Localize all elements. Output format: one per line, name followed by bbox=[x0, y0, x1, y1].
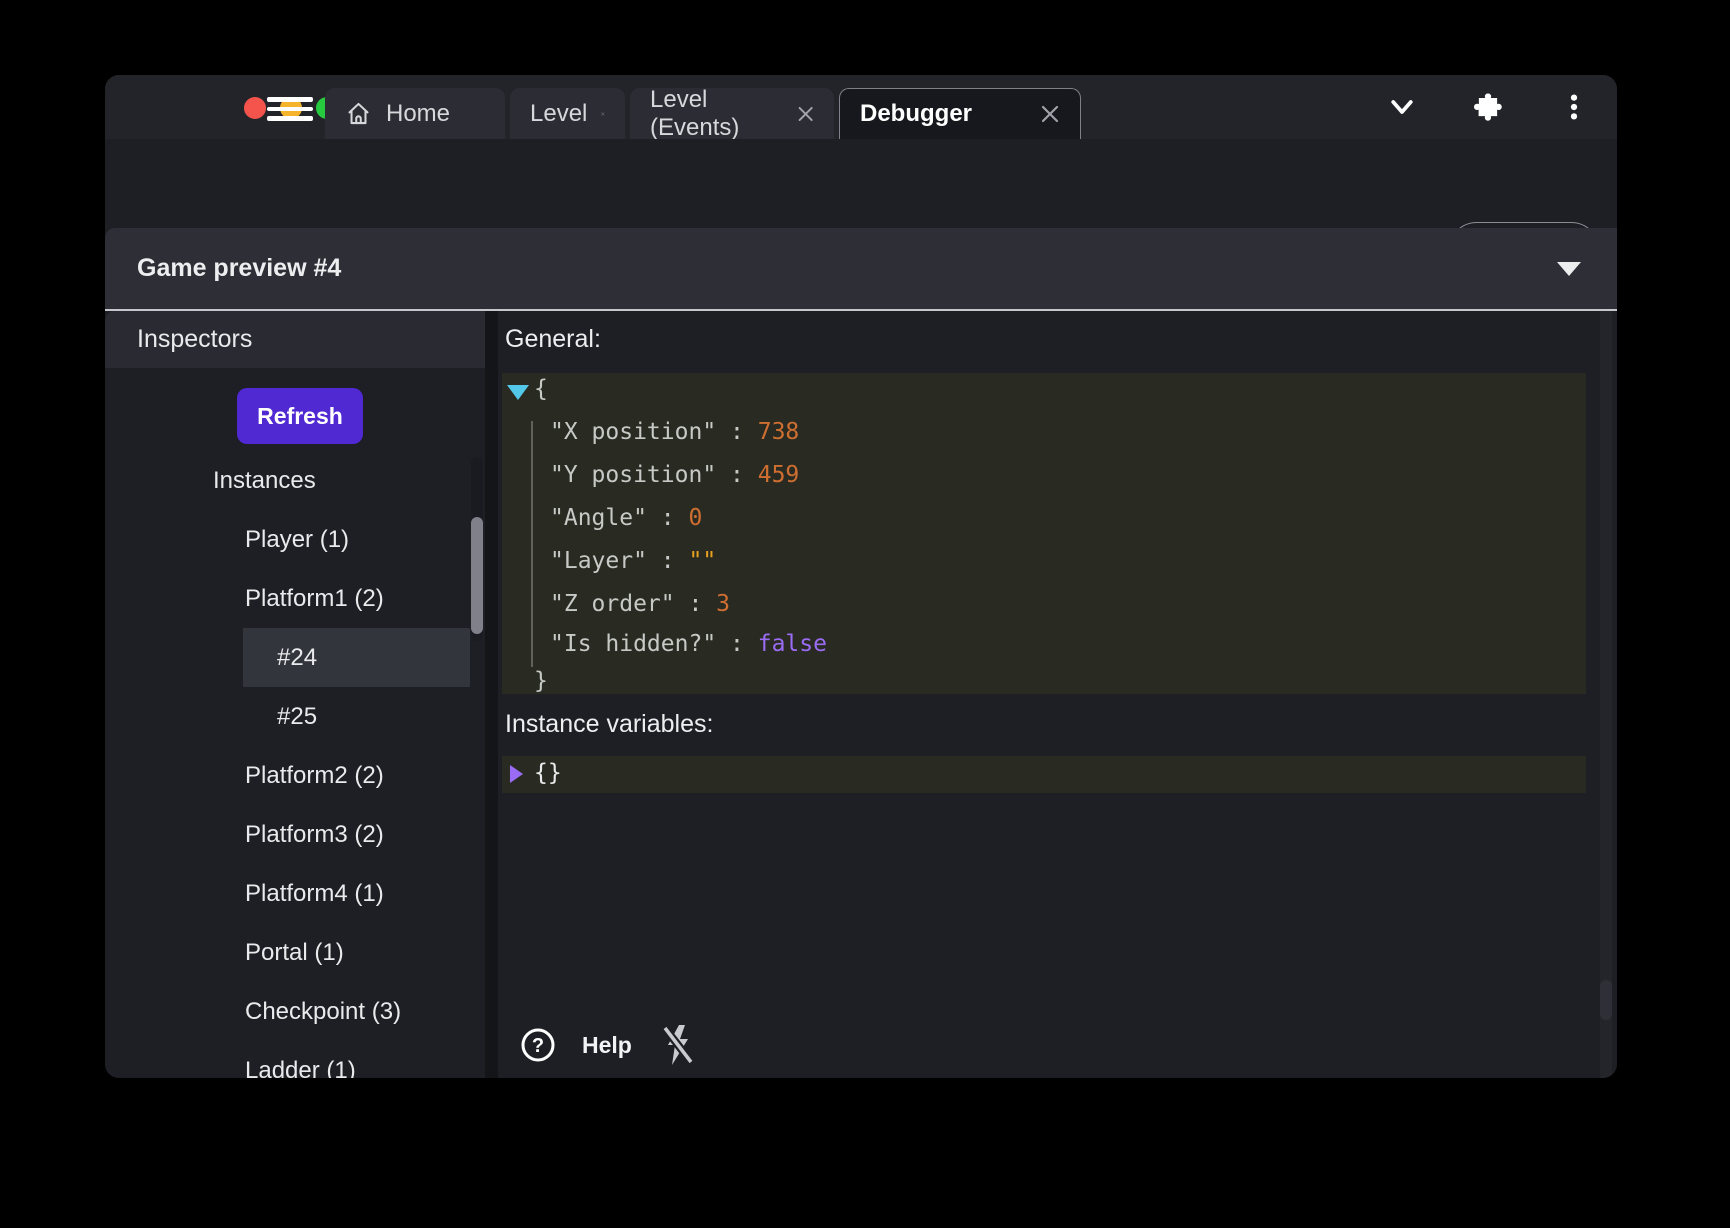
tree-item-label: Checkpoint (3) bbox=[245, 998, 401, 1026]
json-value[interactable]: 0 bbox=[688, 505, 702, 531]
chevron-down-icon[interactable] bbox=[1387, 92, 1417, 122]
tab-debugger[interactable]: Debugger bbox=[839, 88, 1081, 139]
json-key: "X position" bbox=[550, 419, 716, 445]
inspectors-header: Inspectors bbox=[105, 311, 485, 368]
tree-item-label: Platform1 (2) bbox=[245, 585, 384, 613]
tree-item-platform4-1[interactable]: Platform4 (1) bbox=[105, 864, 485, 923]
expander-open-icon[interactable] bbox=[507, 385, 529, 400]
tabbar-right-icons bbox=[1387, 75, 1589, 139]
json-value[interactable]: "" bbox=[688, 548, 716, 574]
tree-item-label: Platform3 (2) bbox=[245, 821, 384, 849]
tree-item-label: #25 bbox=[277, 703, 317, 731]
tree-item-ladder-1[interactable]: Ladder (1) bbox=[105, 1041, 485, 1078]
help-row: ? Help bbox=[520, 1023, 698, 1067]
json-value[interactable]: 3 bbox=[716, 591, 730, 617]
json-value[interactable]: 738 bbox=[758, 419, 800, 445]
json-value[interactable]: false bbox=[758, 631, 827, 657]
json-colon: : bbox=[647, 548, 689, 574]
json-colon: : bbox=[716, 419, 758, 445]
caret-down-icon bbox=[1557, 262, 1581, 276]
close-tab-icon[interactable] bbox=[797, 104, 814, 124]
json-value[interactable]: 459 bbox=[758, 462, 800, 488]
tree-item-label: Instances bbox=[213, 467, 316, 495]
tree-item-player-1[interactable]: Player (1) bbox=[105, 510, 485, 569]
json-entry-is-hidden: "Is hidden?" : false bbox=[550, 631, 827, 661]
tab-label: Home bbox=[386, 100, 450, 128]
flash-off-icon[interactable] bbox=[658, 1023, 698, 1067]
tree-item-label: Ladder (1) bbox=[245, 1057, 356, 1079]
inspectors-sidebar: Inspectors Refresh Instances Player (1) Pl… bbox=[105, 311, 485, 1078]
game-preview-title: Game preview #4 bbox=[137, 228, 341, 309]
refresh-button[interactable]: Refresh bbox=[237, 388, 363, 444]
home-icon bbox=[345, 100, 372, 127]
tree-item-platform3-2[interactable]: Platform3 (2) bbox=[105, 805, 485, 864]
json-entry-layer: "Layer" : "" bbox=[550, 548, 716, 578]
json-brace: { bbox=[534, 376, 548, 406]
tree-item-label: Platform2 (2) bbox=[245, 762, 384, 790]
tree-item-platform2-2[interactable]: Platform2 (2) bbox=[105, 746, 485, 805]
tree-item-label: Player (1) bbox=[245, 526, 349, 554]
help-label[interactable]: Help bbox=[582, 1032, 632, 1059]
help-question-icon[interactable]: ? bbox=[520, 1027, 556, 1063]
json-key: "Y position" bbox=[550, 462, 716, 488]
tab-label: Debugger bbox=[860, 100, 972, 128]
instance-inspector: General: {"X position" : 738 "Y position"… bbox=[498, 311, 1617, 1078]
app-window: Home Level Level (Events) Debugger bbox=[105, 75, 1617, 1078]
inspectors-header-label: Inspectors bbox=[137, 325, 252, 354]
screen: Home Level Level (Events) Debugger bbox=[0, 0, 1730, 1228]
kebab-menu-icon[interactable] bbox=[1559, 92, 1589, 122]
json-colon: : bbox=[647, 505, 689, 531]
sidebar-scrollbar-thumb[interactable] bbox=[471, 517, 483, 634]
json-key: "Layer" bbox=[550, 548, 647, 574]
json-colon: : bbox=[716, 462, 758, 488]
json-entry-x-position: "X position" : 738 bbox=[550, 419, 799, 449]
tree-item-platform1-2[interactable]: Platform1 (2) bbox=[105, 569, 485, 628]
json-entry-y-position: "Y position" : 459 bbox=[550, 462, 799, 492]
tab-level[interactable]: Level bbox=[510, 88, 625, 139]
tab-strip: Home Level Level (Events) Debugger bbox=[325, 88, 1086, 139]
tab-label: Level (Events) bbox=[650, 86, 783, 142]
debugger-toolbar: Pause bbox=[105, 139, 1617, 228]
json-key: "Is hidden?" bbox=[550, 631, 716, 657]
tab-label: Level bbox=[530, 100, 587, 128]
tree-item-instances[interactable]: Instances bbox=[105, 451, 485, 510]
tree-item-24[interactable]: #24 bbox=[105, 628, 485, 687]
tree-item-portal-1[interactable]: Portal (1) bbox=[105, 923, 485, 982]
tree-item-checkpoint-3[interactable]: Checkpoint (3) bbox=[105, 982, 485, 1041]
instance-variables-value[interactable]: {} bbox=[534, 760, 562, 790]
sidebar-divider bbox=[485, 311, 498, 1078]
json-brace: } bbox=[534, 668, 548, 698]
json-key: "Z order" bbox=[550, 591, 675, 617]
json-colon: : bbox=[716, 631, 758, 657]
tab-level-events[interactable]: Level (Events) bbox=[630, 88, 834, 139]
expander-closed-icon[interactable] bbox=[510, 765, 523, 783]
main-scrollbar-track[interactable] bbox=[1600, 311, 1612, 1078]
tree-item-25[interactable]: #25 bbox=[105, 687, 485, 746]
tree-item-label: Portal (1) bbox=[245, 939, 344, 967]
json-key: "Angle" bbox=[550, 505, 647, 531]
json-entry-angle: "Angle" : 0 bbox=[550, 505, 702, 535]
close-tab-icon[interactable] bbox=[601, 104, 605, 124]
tree-item-label: Platform4 (1) bbox=[245, 880, 384, 908]
json-entry-z-order: "Z order" : 3 bbox=[550, 591, 730, 621]
instance-variables-label: Instance variables: bbox=[505, 710, 713, 739]
close-tab-icon[interactable] bbox=[1040, 104, 1060, 124]
tab-home[interactable]: Home bbox=[325, 88, 505, 139]
extensions-puzzle-icon[interactable] bbox=[1473, 92, 1503, 122]
svg-text:?: ? bbox=[532, 1035, 544, 1057]
tab-bar: Home Level Level (Events) Debugger bbox=[105, 75, 1617, 139]
debugger-content: Inspectors Refresh Instances Player (1) Pl… bbox=[105, 311, 1617, 1078]
json-indent-guide bbox=[531, 421, 533, 667]
instance-variables-panel: {} bbox=[502, 756, 1586, 793]
general-json-panel: {"X position" : 738 "Y position" : 459 "An… bbox=[502, 373, 1586, 694]
main-menu-icon[interactable] bbox=[267, 97, 313, 121]
close-window-button[interactable] bbox=[244, 97, 266, 119]
general-section-label: General: bbox=[505, 325, 601, 354]
json-colon: : bbox=[675, 591, 717, 617]
main-scrollbar-thumb[interactable] bbox=[1600, 980, 1612, 1020]
game-preview-selector[interactable]: Game preview #4 bbox=[105, 228, 1617, 311]
tree-item-label: #24 bbox=[277, 644, 317, 672]
